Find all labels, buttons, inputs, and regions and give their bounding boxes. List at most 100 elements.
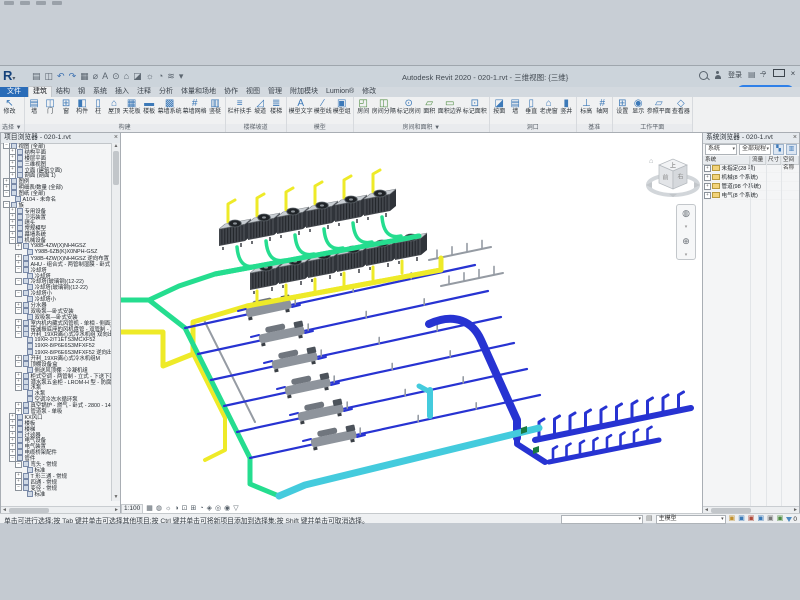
open-icon[interactable]: ▤ bbox=[32, 70, 41, 82]
ribbon-button-6-1[interactable]: #轴网 bbox=[595, 98, 610, 116]
select-links-icon[interactable]: ▣ bbox=[738, 515, 745, 523]
selection-filter-button[interactable]: 0 bbox=[786, 516, 797, 523]
dropdown-icon[interactable]: ▾ bbox=[179, 70, 184, 82]
tab-2[interactable]: 钢 bbox=[74, 87, 89, 97]
ribbon-button-0-0[interactable]: ↖修改 bbox=[2, 98, 17, 116]
system-row[interactable]: +电气(8 个系统) bbox=[703, 191, 799, 200]
navigation-bar[interactable]: ◍▾ ⊕▾ bbox=[676, 204, 696, 260]
close-button[interactable]: × bbox=[788, 69, 798, 79]
ribbon-button-2-2[interactable]: ≣楼梯 bbox=[269, 98, 284, 116]
ribbon-button-1-7[interactable]: ▬楼板 bbox=[142, 98, 157, 116]
ribbon-button-4-3[interactable]: ▱面积 bbox=[422, 98, 437, 116]
ribbon-button-5-0[interactable]: ◪按面 bbox=[492, 98, 507, 116]
ribbon-button-7-0[interactable]: ⊞设置 bbox=[615, 98, 630, 116]
ribbon-button-3-2[interactable]: ▣模型组 bbox=[333, 98, 351, 116]
render-icon[interactable]: ◔ bbox=[158, 70, 163, 82]
ribbon-button-5-4[interactable]: ▮竖井 bbox=[559, 98, 574, 116]
tab-10[interactable]: 管理 bbox=[264, 87, 286, 97]
ribbon-button-1-0[interactable]: ▤墙 bbox=[27, 98, 42, 116]
active-workset-select[interactable] bbox=[561, 515, 643, 524]
ribbon-button-5-2[interactable]: ▯垂直 bbox=[524, 98, 539, 116]
ribbon-button-4-1[interactable]: ◫房间分隔 bbox=[372, 98, 396, 116]
ribbon-button-1-1[interactable]: ◫门 bbox=[43, 98, 58, 116]
view-cube[interactable]: 上 前 右 ⌂ bbox=[645, 155, 701, 203]
ribbon-button-4-0[interactable]: ◰房间 bbox=[356, 98, 371, 116]
system-row[interactable]: +未指定(28 项) bbox=[703, 164, 799, 173]
tree-expander-icon[interactable]: + bbox=[704, 183, 711, 190]
tab-12[interactable]: Lumion® bbox=[322, 87, 358, 97]
ribbon-button-5-1[interactable]: ▤墙 bbox=[508, 98, 523, 116]
ribbon-button-1-5[interactable]: ⌂屋顶 bbox=[107, 98, 122, 116]
ribbon-button-1-8[interactable]: ▩幕墙系统 bbox=[158, 98, 182, 116]
detail-level-icon[interactable]: ▦ bbox=[146, 504, 153, 513]
scale-button[interactable]: 1:100 bbox=[121, 504, 143, 514]
undo-icon[interactable]: ↶ bbox=[57, 70, 65, 82]
drag-on-selection-icon[interactable]: ▣ bbox=[777, 515, 784, 523]
ribbon-button-1-9[interactable]: #幕墙网格 bbox=[183, 98, 207, 116]
measure-icon[interactable]: ⌀ bbox=[93, 70, 98, 82]
column-settings-icon[interactable]: ▥ bbox=[786, 144, 797, 155]
ribbon-button-4-2[interactable]: ⊙标记房间 bbox=[397, 98, 421, 116]
ribbon-button-4-4[interactable]: ▭面积边界 bbox=[438, 98, 462, 116]
save-icon[interactable]: ◫ bbox=[45, 70, 54, 82]
section-icon[interactable]: ◪ bbox=[133, 70, 142, 82]
restore-button[interactable] bbox=[773, 69, 783, 79]
project-browser-close-icon[interactable]: × bbox=[114, 134, 118, 141]
revit-app-button[interactable]: R▾ bbox=[3, 68, 27, 84]
select-underlay-icon[interactable]: ▣ bbox=[748, 515, 755, 523]
crop-view-icon[interactable]: ⊡ bbox=[182, 504, 188, 513]
show-crop-icon[interactable]: ⊞ bbox=[191, 504, 197, 513]
tab-4[interactable]: 插入 bbox=[111, 87, 133, 97]
discipline-filter-select[interactable]: 全部规程 bbox=[739, 144, 771, 155]
collapse-all-icon[interactable]: ▚ bbox=[773, 144, 784, 155]
select-pinned-icon[interactable]: ▣ bbox=[758, 515, 765, 523]
sun-path-icon[interactable]: ☼ bbox=[165, 504, 171, 513]
ribbon-button-1-2[interactable]: ⊞窗 bbox=[59, 98, 74, 116]
ribbon-button-2-1[interactable]: ◿坡道 bbox=[253, 98, 268, 116]
system-row[interactable]: +管道(98 个系统) bbox=[703, 182, 799, 191]
lock-view-icon[interactable]: ◈ bbox=[207, 504, 212, 513]
tree-expander-icon[interactable]: + bbox=[704, 192, 711, 199]
editing-requests-icon[interactable]: ▤ bbox=[646, 515, 653, 523]
steering-wheel-icon[interactable]: ◍ bbox=[682, 208, 690, 218]
exclude-options-icon[interactable]: ▣ bbox=[729, 515, 736, 523]
search-icon[interactable] bbox=[699, 71, 708, 80]
ribbon-button-5-3[interactable]: ⌂老虎窗 bbox=[540, 98, 558, 116]
ribbon-button-6-0[interactable]: ⊥标高 bbox=[579, 98, 594, 116]
ribbon-button-3-0[interactable]: A模型文字 bbox=[289, 98, 313, 116]
visual-style-icon[interactable]: ◍ bbox=[156, 504, 162, 513]
system-row[interactable]: +机械(8 个系统) bbox=[703, 173, 799, 182]
tab-8[interactable]: 协作 bbox=[220, 87, 242, 97]
system-browser-close-icon[interactable]: × bbox=[793, 134, 797, 141]
3d-view-icon[interactable]: ⌂ bbox=[124, 70, 129, 82]
tab-3[interactable]: 系统 bbox=[89, 87, 111, 97]
ribbon-button-2-0[interactable]: ≡栏杆扶手 bbox=[228, 98, 252, 116]
tab-6[interactable]: 分析 bbox=[155, 87, 177, 97]
ribbon-button-7-1[interactable]: ◉显示 bbox=[631, 98, 646, 116]
ribbon-button-1-3[interactable]: ◧构件 bbox=[75, 98, 90, 116]
tab-0[interactable]: 建筑 bbox=[28, 86, 52, 97]
tab-1[interactable]: 结构 bbox=[52, 87, 74, 97]
zoom-icon[interactable]: ⊕ bbox=[682, 236, 690, 246]
ribbon-button-1-10[interactable]: ▥竖梃 bbox=[208, 98, 223, 116]
tab-7[interactable]: 体量和场地 bbox=[177, 87, 220, 97]
sign-in-button[interactable]: 登录 bbox=[728, 70, 742, 80]
thin-lines-icon[interactable]: ≋ bbox=[167, 70, 175, 82]
app-store-icon[interactable]: ▤ bbox=[748, 70, 756, 80]
temporary-hide-icon[interactable]: ◎ bbox=[215, 504, 221, 513]
tag-icon[interactable]: ⊙ bbox=[112, 70, 120, 82]
tab-11[interactable]: 附加模块 bbox=[286, 87, 322, 97]
system-filter-select[interactable]: 系统 bbox=[705, 144, 737, 155]
ribbon-button-1-6[interactable]: ▦天花板 bbox=[123, 98, 141, 116]
tab-5[interactable]: 注释 bbox=[133, 87, 155, 97]
project-browser-vscrollbar[interactable]: ▲▼ bbox=[111, 143, 120, 501]
sun-icon[interactable]: ☼ bbox=[146, 70, 154, 82]
select-by-face-icon[interactable]: ▣ bbox=[767, 515, 774, 523]
tab-9[interactable]: 视图 bbox=[242, 87, 264, 97]
tree-expander-icon[interactable]: + bbox=[704, 174, 711, 181]
tab-13[interactable]: 修改 bbox=[358, 87, 380, 97]
ribbon-button-4-5[interactable]: ⊡标记面积 bbox=[463, 98, 487, 116]
ribbon-button-3-1[interactable]: ∕模型线 bbox=[314, 98, 332, 116]
redo-icon[interactable]: ↷ bbox=[69, 70, 77, 82]
reveal-hidden-icon[interactable]: ◉ bbox=[224, 504, 230, 513]
